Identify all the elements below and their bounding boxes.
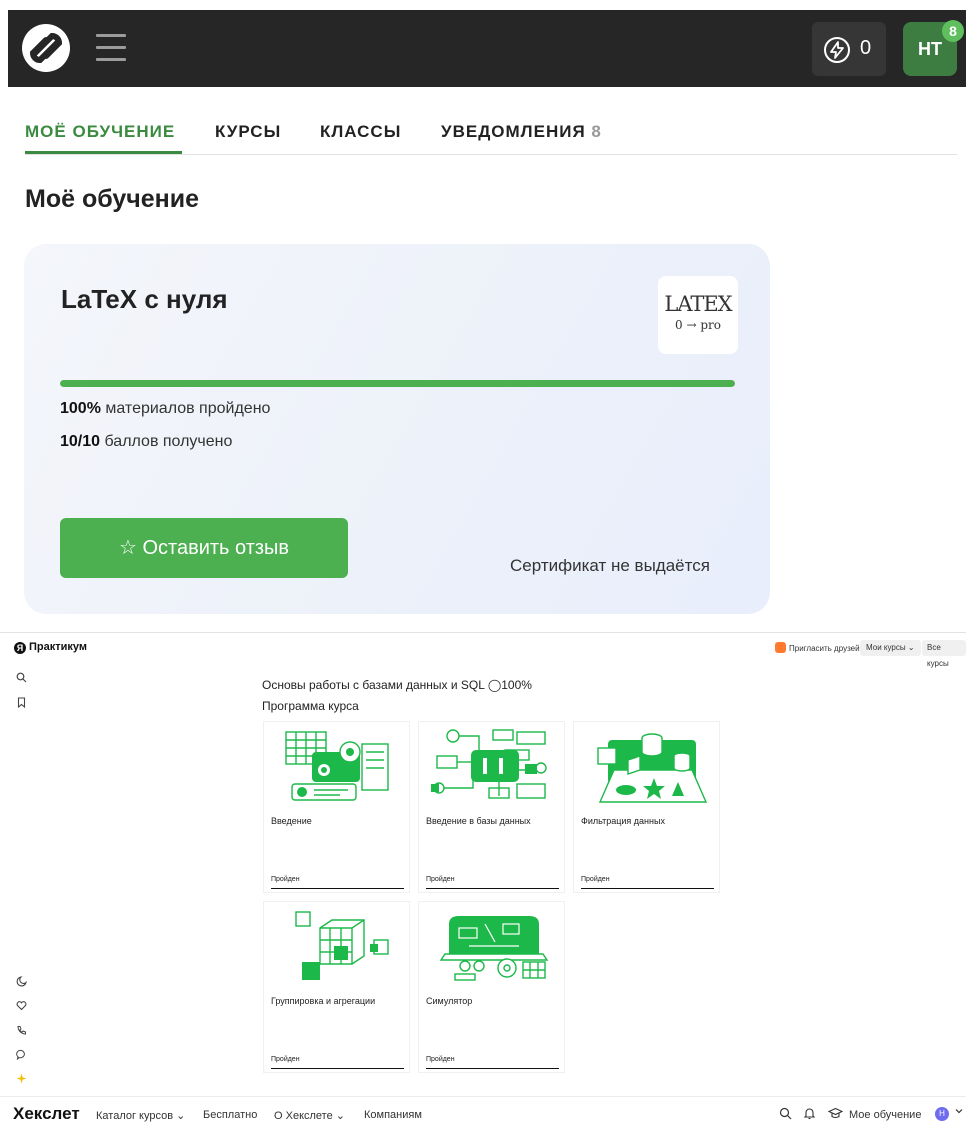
moon-icon[interactable]: [16, 976, 27, 990]
my-learning-link[interactable]: Мое обучение: [849, 1109, 921, 1121]
tab-notifications[interactable]: УВЕДОМЛЕНИЯ 8: [441, 122, 602, 142]
module-status: Пройден: [426, 1056, 455, 1063]
module-progress-line: [271, 1068, 404, 1069]
hamburger-menu-icon[interactable]: [96, 34, 126, 62]
chevron-down-icon[interactable]: [954, 1106, 964, 1119]
nav-companies[interactable]: Компаниям: [364, 1109, 422, 1121]
notification-badge: 8: [942, 20, 964, 42]
materials-value: 100%: [60, 400, 101, 417]
hexlet-search-icon[interactable]: [779, 1107, 792, 1123]
points-stat: 10/10 баллов получено: [60, 433, 232, 451]
page-title: Моё обучение: [25, 185, 200, 213]
tab-courses[interactable]: КУРСЫ: [215, 122, 281, 142]
module-title: Группировка и агрегации: [271, 996, 376, 1006]
practicum-course-title: Основы работы с базами данных и SQL ◯100…: [262, 678, 532, 692]
tab-notifications-label: УВЕДОМЛЕНИЯ: [441, 122, 586, 141]
module-progress-line: [581, 888, 714, 889]
module-status: Пройден: [271, 1056, 300, 1063]
graduation-cap-icon[interactable]: [827, 1107, 844, 1123]
bell-icon[interactable]: [803, 1107, 816, 1123]
nav-free[interactable]: Бесплатно: [203, 1109, 257, 1121]
module-title: Фильтрация данных: [581, 816, 665, 826]
module-progress-line: [426, 888, 559, 889]
hexlet-logo[interactable]: Хекслет: [13, 1104, 80, 1124]
tab-my-learning[interactable]: МОЁ ОБУЧЕНИЕ: [25, 122, 175, 142]
course-logo-subtitle: 0 → pro: [675, 318, 721, 332]
practicum-brand: Практикум: [29, 641, 88, 653]
hexlet-avatar[interactable]: Н: [935, 1107, 949, 1121]
tab-classes[interactable]: КЛАССЫ: [320, 122, 401, 142]
course-logo-title: LATEX: [664, 292, 732, 316]
module-progress-line: [271, 888, 404, 889]
yandex-icon: Я: [14, 642, 26, 654]
course-progress-fill: [60, 380, 735, 387]
course-card[interactable]: LaTeX с нуля LATEX 0 → pro 100% материал…: [24, 244, 770, 614]
section-divider: [0, 1096, 966, 1097]
main-tabs: МОЁ ОБУЧЕНИЕ КУРСЫ КЛАССЫ УВЕДОМЛЕНИЯ 8: [25, 118, 957, 155]
program-label: Программа курса: [262, 699, 359, 713]
course-progress-bar: [60, 380, 735, 387]
chat-icon[interactable]: [16, 1049, 27, 1063]
practicum-logo[interactable]: Я Практикум: [14, 641, 87, 654]
module-title: Введение в базы данных: [426, 816, 531, 826]
bookmark-icon[interactable]: [16, 697, 27, 711]
module-status: Пройден: [581, 876, 610, 883]
energy-counter[interactable]: 0: [812, 22, 886, 76]
invite-friends-label: Пригласить друзей: [789, 644, 860, 653]
my-courses-button[interactable]: Мои курсы ⌄: [860, 640, 921, 656]
lightning-icon: [824, 37, 850, 63]
search-icon[interactable]: [16, 672, 27, 686]
module-title: Симулятор: [426, 996, 473, 1006]
heart-icon[interactable]: [16, 1000, 27, 1014]
nav-about[interactable]: О Хекслете ⌄: [274, 1109, 345, 1122]
illustration-cubes: [295, 911, 389, 980]
module-status: Пройден: [426, 876, 455, 883]
tab-notifications-count: 8: [591, 122, 602, 141]
module-card[interactable]: Введение в базы данных Пройден: [418, 721, 565, 893]
illustration-intro: [285, 731, 389, 801]
materials-stat: 100% материалов пройдено: [60, 400, 270, 418]
top-navbar: 0 HT: [8, 10, 966, 87]
sparkle-icon[interactable]: [16, 1073, 27, 1087]
leave-review-button[interactable]: ☆ Оставить отзыв: [60, 518, 348, 578]
course-logo: LATEX 0 → pro: [658, 276, 738, 354]
nav-catalog[interactable]: Каталог курсов ⌄: [96, 1109, 185, 1122]
module-progress-line: [426, 1068, 559, 1069]
phone-icon[interactable]: [16, 1025, 27, 1039]
course-title[interactable]: LaTeX с нуля: [61, 284, 228, 315]
gift-icon: [775, 642, 786, 653]
logo-icon[interactable]: [22, 24, 70, 72]
invite-friends-link[interactable]: Пригласить друзей: [775, 642, 860, 653]
materials-text: материалов пройдено: [100, 400, 271, 417]
module-card[interactable]: Введение Пройден: [263, 721, 410, 893]
module-card[interactable]: Симулятор Пройден: [418, 901, 565, 1073]
module-status: Пройден: [271, 876, 300, 883]
energy-value: 0: [860, 37, 872, 59]
illustration-databases: [431, 729, 547, 799]
module-title: Введение: [271, 816, 312, 826]
section-divider: [0, 632, 966, 633]
all-courses-button[interactable]: Все курсы: [922, 640, 966, 668]
illustration-filtering: [597, 733, 708, 803]
points-value: 10/10: [60, 433, 101, 450]
module-card[interactable]: Фильтрация данных Пройден: [573, 721, 720, 893]
points-text: баллов получено: [100, 433, 233, 450]
active-tab-indicator: [25, 151, 182, 154]
module-card[interactable]: Группировка и агрегации Пройден: [263, 901, 410, 1073]
illustration-simulator: [439, 916, 549, 981]
certificate-note: Сертификат не выдаётся: [510, 556, 710, 575]
